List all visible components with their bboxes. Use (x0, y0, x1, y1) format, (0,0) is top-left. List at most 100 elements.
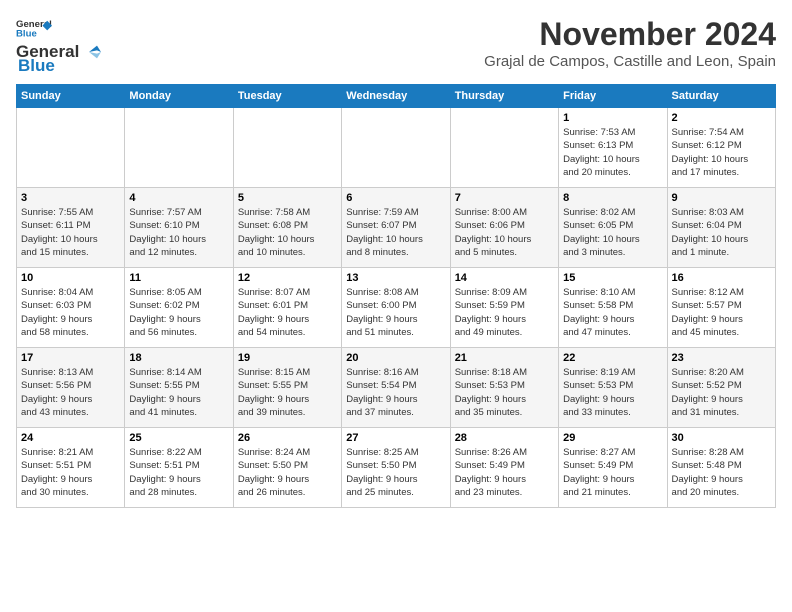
calendar-cell: 11Sunrise: 8:05 AM Sunset: 6:02 PM Dayli… (125, 268, 233, 348)
calendar-table: SundayMondayTuesdayWednesdayThursdayFrid… (16, 84, 776, 508)
day-number: 20 (346, 352, 445, 364)
day-info: Sunrise: 8:27 AM Sunset: 5:49 PM Dayligh… (563, 446, 662, 499)
day-info: Sunrise: 8:20 AM Sunset: 5:52 PM Dayligh… (672, 366, 771, 419)
calendar-day-header: Saturday (667, 85, 775, 108)
day-number: 11 (129, 272, 228, 284)
day-number: 30 (672, 432, 771, 444)
logo-blue: Blue (18, 56, 55, 76)
calendar-cell: 4 Sunrise: 7:57 AM Sunset: 6:10 PM Daylig… (125, 188, 233, 268)
day-number: 24 (21, 432, 120, 444)
day-number: 19 (238, 352, 337, 364)
calendar-week-row: 17 Sunrise: 8:13 AM Sunset: 5:56 PM Dayli… (17, 348, 776, 428)
day-number: 3 (21, 192, 120, 204)
day-number: 2 (672, 112, 771, 124)
page-header: General Blue General Blue November 2024 … (16, 16, 776, 76)
calendar-day-header: Friday (559, 85, 667, 108)
day-info: Sunrise: 7:55 AM Sunset: 6:11 PM Dayligh… (21, 206, 120, 259)
day-info: Sunrise: 8:16 AM Sunset: 5:54 PM Dayligh… (346, 366, 445, 419)
day-info: Sunrise: 8:10 AM Sunset: 5:58 PM Dayligh… (563, 286, 662, 339)
day-info: Sunrise: 8:08 AM Sunset: 6:00 PM Dayligh… (346, 286, 445, 339)
calendar-cell: 21 Sunrise: 8:18 AM Sunset: 5:53 PM Dayli… (450, 348, 558, 428)
location-subtitle: Grajal de Campos, Castille and Leon, Spa… (484, 53, 776, 70)
day-number: 16 (672, 272, 771, 284)
calendar-day-header: Sunday (17, 85, 125, 108)
day-number: 8 (563, 192, 662, 204)
calendar-cell (342, 108, 450, 188)
calendar-week-row: 24 Sunrise: 8:21 AM Sunset: 5:51 PM Dayli… (17, 428, 776, 508)
day-number: 17 (21, 352, 120, 364)
day-info: Sunrise: 8:24 AM Sunset: 5:50 PM Dayligh… (238, 446, 337, 499)
calendar-cell: 13 Sunrise: 8:08 AM Sunset: 6:00 PM Dayli… (342, 268, 450, 348)
day-info: Sunrise: 8:26 AM Sunset: 5:49 PM Dayligh… (455, 446, 554, 499)
day-number: 15 (563, 272, 662, 284)
day-number: 29 (563, 432, 662, 444)
calendar-day-header: Tuesday (233, 85, 341, 108)
calendar-cell (233, 108, 341, 188)
day-info: Sunrise: 8:02 AM Sunset: 6:05 PM Dayligh… (563, 206, 662, 259)
calendar-cell: 25Sunrise: 8:22 AM Sunset: 5:51 PM Dayli… (125, 428, 233, 508)
month-title: November 2024 (484, 16, 776, 53)
calendar-day-header: Monday (125, 85, 233, 108)
day-number: 28 (455, 432, 554, 444)
day-info: Sunrise: 8:21 AM Sunset: 5:51 PM Dayligh… (21, 446, 120, 499)
day-info: Sunrise: 8:13 AM Sunset: 5:56 PM Dayligh… (21, 366, 120, 419)
day-info: Sunrise: 8:22 AM Sunset: 5:51 PM Dayligh… (129, 446, 228, 499)
calendar-cell: 12Sunrise: 8:07 AM Sunset: 6:01 PM Dayli… (233, 268, 341, 348)
calendar-cell: 16Sunrise: 8:12 AM Sunset: 5:57 PM Dayli… (667, 268, 775, 348)
calendar-cell: 28 Sunrise: 8:26 AM Sunset: 5:49 PM Dayli… (450, 428, 558, 508)
calendar-week-row: 1Sunrise: 7:53 AM Sunset: 6:13 PM Daylig… (17, 108, 776, 188)
calendar-cell: 24 Sunrise: 8:21 AM Sunset: 5:51 PM Dayli… (17, 428, 125, 508)
calendar-cell: 23 Sunrise: 8:20 AM Sunset: 5:52 PM Dayli… (667, 348, 775, 428)
calendar-cell: 20 Sunrise: 8:16 AM Sunset: 5:54 PM Dayli… (342, 348, 450, 428)
calendar-cell: 6 Sunrise: 7:59 AM Sunset: 6:07 PM Daylig… (342, 188, 450, 268)
calendar-cell: 1Sunrise: 7:53 AM Sunset: 6:13 PM Daylig… (559, 108, 667, 188)
title-block: November 2024 Grajal de Campos, Castille… (484, 16, 776, 70)
day-number: 26 (238, 432, 337, 444)
calendar-cell: 7 Sunrise: 8:00 AM Sunset: 6:06 PM Daylig… (450, 188, 558, 268)
day-number: 13 (346, 272, 445, 284)
day-number: 21 (455, 352, 554, 364)
calendar-cell: 10 Sunrise: 8:04 AM Sunset: 6:03 PM Dayli… (17, 268, 125, 348)
calendar-cell: 2Sunrise: 7:54 AM Sunset: 6:12 PM Daylig… (667, 108, 775, 188)
calendar-cell: 8 Sunrise: 8:02 AM Sunset: 6:05 PM Daylig… (559, 188, 667, 268)
day-info: Sunrise: 8:18 AM Sunset: 5:53 PM Dayligh… (455, 366, 554, 419)
day-info: Sunrise: 8:14 AM Sunset: 5:55 PM Dayligh… (129, 366, 228, 419)
day-info: Sunrise: 7:57 AM Sunset: 6:10 PM Dayligh… (129, 206, 228, 259)
calendar-cell: 15 Sunrise: 8:10 AM Sunset: 5:58 PM Dayli… (559, 268, 667, 348)
calendar-header-row: SundayMondayTuesdayWednesdayThursdayFrid… (17, 85, 776, 108)
day-info: Sunrise: 8:09 AM Sunset: 5:59 PM Dayligh… (455, 286, 554, 339)
calendar-day-header: Wednesday (342, 85, 450, 108)
svg-text:Blue: Blue (16, 28, 37, 39)
calendar-cell: 18 Sunrise: 8:14 AM Sunset: 5:55 PM Dayli… (125, 348, 233, 428)
day-info: Sunrise: 8:19 AM Sunset: 5:53 PM Dayligh… (563, 366, 662, 419)
calendar-cell: 29 Sunrise: 8:27 AM Sunset: 5:49 PM Dayli… (559, 428, 667, 508)
calendar-cell: 3 Sunrise: 7:55 AM Sunset: 6:11 PM Daylig… (17, 188, 125, 268)
calendar-day-header: Thursday (450, 85, 558, 108)
day-number: 10 (21, 272, 120, 284)
calendar-cell: 9Sunrise: 8:03 AM Sunset: 6:04 PM Daylig… (667, 188, 775, 268)
day-number: 14 (455, 272, 554, 284)
day-info: Sunrise: 8:28 AM Sunset: 5:48 PM Dayligh… (672, 446, 771, 499)
day-info: Sunrise: 7:58 AM Sunset: 6:08 PM Dayligh… (238, 206, 337, 259)
day-number: 18 (129, 352, 228, 364)
day-info: Sunrise: 8:00 AM Sunset: 6:06 PM Dayligh… (455, 206, 554, 259)
day-info: Sunrise: 8:15 AM Sunset: 5:55 PM Dayligh… (238, 366, 337, 419)
calendar-cell: 30 Sunrise: 8:28 AM Sunset: 5:48 PM Dayli… (667, 428, 775, 508)
calendar-cell (125, 108, 233, 188)
logo: General Blue General Blue (16, 16, 107, 76)
day-number: 22 (563, 352, 662, 364)
calendar-cell (17, 108, 125, 188)
day-info: Sunrise: 8:04 AM Sunset: 6:03 PM Dayligh… (21, 286, 120, 339)
day-number: 7 (455, 192, 554, 204)
calendar-week-row: 10 Sunrise: 8:04 AM Sunset: 6:03 PM Dayli… (17, 268, 776, 348)
calendar-cell (450, 108, 558, 188)
calendar-cell: 27Sunrise: 8:25 AM Sunset: 5:50 PM Dayli… (342, 428, 450, 508)
day-info: Sunrise: 7:59 AM Sunset: 6:07 PM Dayligh… (346, 206, 445, 259)
calendar-cell: 19 Sunrise: 8:15 AM Sunset: 5:55 PM Dayli… (233, 348, 341, 428)
day-number: 6 (346, 192, 445, 204)
day-info: Sunrise: 8:03 AM Sunset: 6:04 PM Dayligh… (672, 206, 771, 259)
day-number: 5 (238, 192, 337, 204)
day-info: Sunrise: 7:53 AM Sunset: 6:13 PM Dayligh… (563, 126, 662, 179)
day-number: 23 (672, 352, 771, 364)
day-number: 4 (129, 192, 228, 204)
